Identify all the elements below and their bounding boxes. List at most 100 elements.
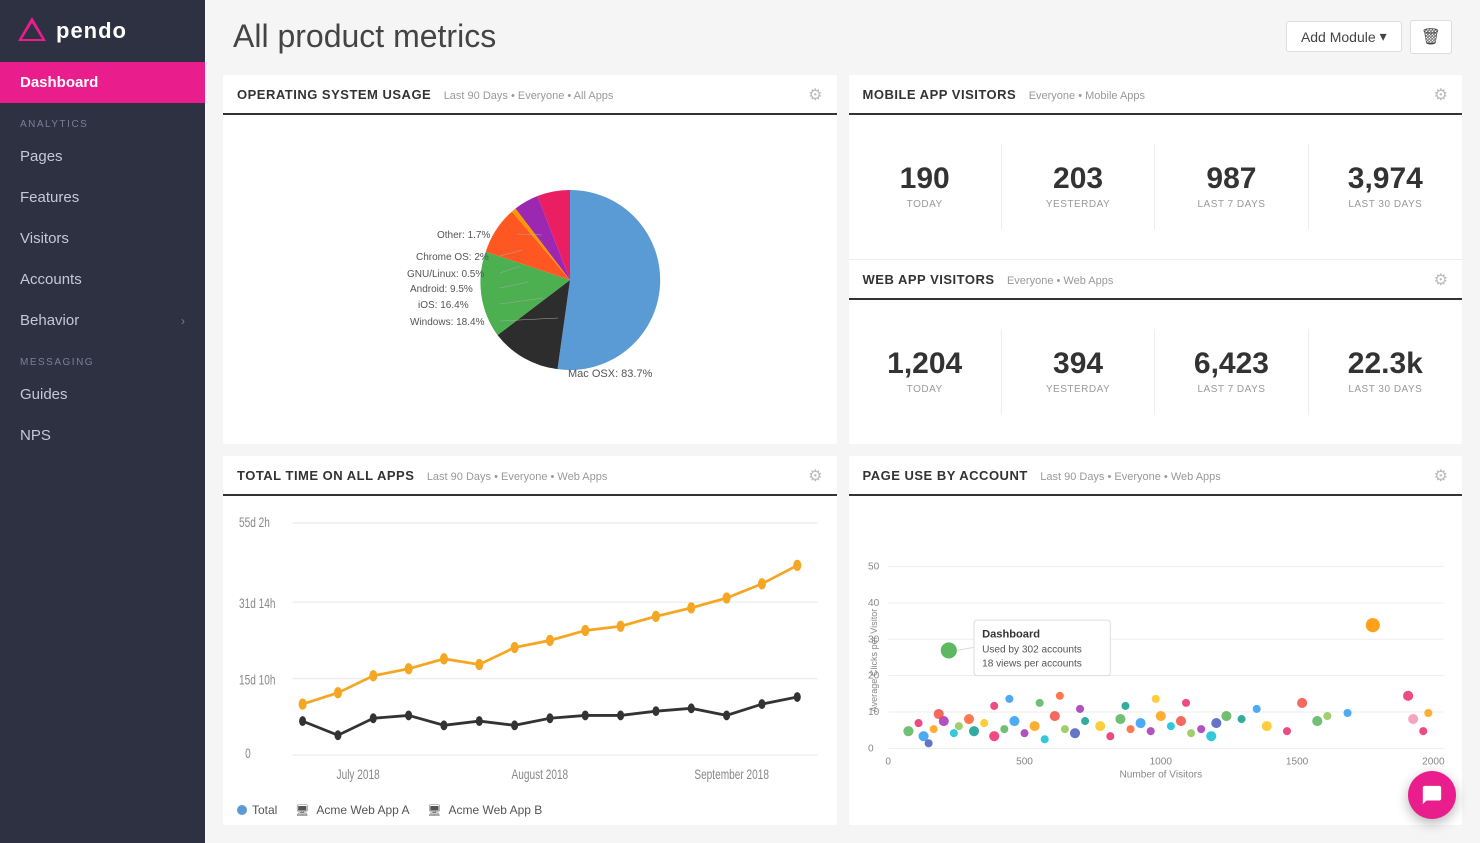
tooltip-title: Dashboard <box>982 628 1040 640</box>
label-windows: Windows: 18.4% <box>410 317 485 328</box>
widget-body-time: 55d 2h 31d 14h 15d 10h 0 July 2018 Augus… <box>223 496 837 797</box>
stat-label-mobile-30days: LAST 30 DAYS <box>1348 199 1422 210</box>
widget-total-time: TOTAL TIME ON ALL APPS Last 90 Days • Ev… <box>223 456 837 825</box>
chevron-down-icon: ▾ <box>1380 28 1387 45</box>
legend-appA: 🖥 Acme Web App A <box>295 803 409 817</box>
svg-text:15d 10h: 15d 10h <box>239 672 276 688</box>
stat-value-web-today: 1,204 <box>887 349 962 379</box>
svg-text:August 2018: August 2018 <box>512 766 569 782</box>
svg-text:500: 500 <box>1016 756 1033 767</box>
gear-icon-web[interactable]: ⚙ <box>1434 270 1448 290</box>
svg-text:September 2018: September 2018 <box>694 766 769 782</box>
stat-mobile-7days: 987 LAST 7 DAYS <box>1155 144 1308 230</box>
gear-icon-pageuse[interactable]: ⚙ <box>1434 466 1448 486</box>
stat-web-yesterday: 394 YESTERDAY <box>1002 329 1155 415</box>
web-stats-grid: 1,204 TODAY 394 YESTERDAY 6,423 LAST 7 D… <box>849 300 1463 444</box>
page-title: All product metrics <box>233 18 496 55</box>
chevron-right-icon: › <box>181 314 185 328</box>
main-header: All product metrics Add Module ▾ 🗑 <box>205 0 1480 69</box>
legend-total: Total <box>237 803 277 817</box>
monitor-icon-appA: 🖥 <box>295 804 309 817</box>
stat-value-mobile-yesterday: 203 <box>1053 164 1103 194</box>
label-ios: iOS: 16.4% <box>418 300 469 311</box>
widget-body-pageuse: 50 40 30 20 10 0 Average Clicks per Visi… <box>849 496 1463 825</box>
header-actions: Add Module ▾ 🗑 <box>1286 20 1452 54</box>
widget-header-time: TOTAL TIME ON ALL APPS Last 90 Days • Ev… <box>223 456 837 496</box>
delete-dashboard-button[interactable]: 🗑 <box>1410 20 1452 54</box>
widget-subtitle-time: Last 90 Days • Everyone • Web Apps <box>427 471 608 483</box>
widget-header-mobile: MOBILE APP VISITORS Everyone • Mobile Ap… <box>849 75 1463 115</box>
svg-text:0: 0 <box>245 745 251 761</box>
legend-appB: 🖥 Acme Web App B <box>428 803 543 817</box>
trash-icon: 🗑 <box>1421 29 1441 46</box>
gear-icon-time[interactable]: ⚙ <box>808 466 822 486</box>
stat-label-web-yesterday: YESTERDAY <box>1046 384 1110 395</box>
sidebar: pendo Dashboard ANALYTICS Pages Features… <box>0 0 205 843</box>
dashboard-grid: OPERATING SYSTEM USAGE Last 90 Days • Ev… <box>205 69 1480 843</box>
stat-label-mobile-today: TODAY <box>907 199 943 210</box>
gear-icon-mobile[interactable]: ⚙ <box>1434 85 1448 105</box>
sidebar-nav-item-pages[interactable]: Pages <box>0 136 205 177</box>
fab-button[interactable] <box>1408 771 1456 819</box>
widget-page-use: PAGE USE BY ACCOUNT Last 90 Days • Every… <box>849 456 1463 825</box>
sidebar-nav-item-behavior[interactable]: Behavior › <box>0 300 205 341</box>
svg-text:Average Clicks per Visitor: Average Clicks per Visitor <box>869 609 879 713</box>
sidebar-nav-item-features[interactable]: Features <box>0 177 205 218</box>
mobile-visitors-section: MOBILE APP VISITORS Everyone • Mobile Ap… <box>849 75 1463 259</box>
stat-label-web-today: TODAY <box>907 384 943 395</box>
sidebar-nav-item-guides[interactable]: Guides <box>0 374 205 415</box>
tooltip-line1: Used by 302 accounts <box>982 644 1082 655</box>
label-gnulinux: GNU/Linux: 0.5% <box>407 269 484 280</box>
svg-text:0: 0 <box>885 756 891 767</box>
sidebar-nav-item-visitors[interactable]: Visitors <box>0 218 205 259</box>
svg-text:40: 40 <box>868 598 880 609</box>
svg-text:31d 14h: 31d 14h <box>239 595 276 611</box>
label-chromeos: Chrome OS: 2% <box>416 252 489 263</box>
sidebar-nav-item-nps[interactable]: NPS <box>0 415 205 456</box>
svg-text:July 2018: July 2018 <box>337 766 380 782</box>
stat-label-mobile-7days: LAST 7 DAYS <box>1197 199 1265 210</box>
widget-body-os: Mac OSX: 83.7% Windows: 18.4% iOS: 16.4%… <box>223 115 837 444</box>
stat-mobile-today: 190 TODAY <box>849 144 1002 230</box>
widget-subtitle-web: Everyone • Web Apps <box>1007 275 1113 287</box>
sidebar-nav-item-accounts[interactable]: Accounts <box>0 259 205 300</box>
scatter-chart-svg: 50 40 30 20 10 0 Average Clicks per Visi… <box>863 504 1449 817</box>
widget-subtitle-pageuse: Last 90 Days • Everyone • Web Apps <box>1040 471 1221 483</box>
widget-title-mobile: MOBILE APP VISITORS <box>863 87 1017 102</box>
gear-icon-os[interactable]: ⚙ <box>808 85 822 105</box>
label-android: Android: 9.5% <box>410 284 473 295</box>
svg-text:2000: 2000 <box>1422 756 1445 767</box>
stat-value-web-yesterday: 394 <box>1053 349 1103 379</box>
pendo-logo-icon <box>16 15 48 47</box>
widget-header-os: OPERATING SYSTEM USAGE Last 90 Days • Ev… <box>223 75 837 115</box>
widget-header-pageuse: PAGE USE BY ACCOUNT Last 90 Days • Every… <box>849 456 1463 496</box>
stat-label-mobile-yesterday: YESTERDAY <box>1046 199 1110 210</box>
stat-web-today: 1,204 TODAY <box>849 329 1002 415</box>
add-module-button[interactable]: Add Module ▾ <box>1286 21 1402 52</box>
line-chart-svg: 55d 2h 31d 14h 15d 10h 0 July 2018 Augus… <box>237 506 823 789</box>
widget-title-web: WEB APP VISITORS <box>863 272 995 287</box>
pie-chart-svg: Mac OSX: 83.7% Windows: 18.4% iOS: 16.4%… <box>370 170 690 390</box>
stat-value-mobile-today: 190 <box>900 164 950 194</box>
analytics-section-label: ANALYTICS <box>0 103 205 136</box>
stat-web-30days: 22.3k LAST 30 DAYS <box>1309 329 1462 415</box>
stat-mobile-30days: 3,974 LAST 30 DAYS <box>1309 144 1462 230</box>
svg-text:0: 0 <box>868 743 874 754</box>
web-visitors-section: WEB APP VISITORS Everyone • Web Apps ⚙ 1… <box>849 259 1463 444</box>
widget-title-os: OPERATING SYSTEM USAGE <box>237 87 431 102</box>
messaging-section-label: MESSAGING <box>0 341 205 374</box>
widget-subtitle-os: Last 90 Days • Everyone • All Apps <box>444 90 614 102</box>
monitor-icon-appB: 🖥 <box>428 804 442 817</box>
main-content: All product metrics Add Module ▾ 🗑 OPERA… <box>205 0 1480 843</box>
widget-title-time: TOTAL TIME ON ALL APPS <box>237 468 414 483</box>
svg-text:1000: 1000 <box>1149 756 1172 767</box>
svg-text:55d 2h: 55d 2h <box>239 515 270 531</box>
fab-icon <box>1421 784 1443 806</box>
widget-header-web: WEB APP VISITORS Everyone • Web Apps ⚙ <box>849 260 1463 300</box>
logo-text: pendo <box>56 18 127 44</box>
widget-subtitle-mobile: Everyone • Mobile Apps <box>1029 90 1145 102</box>
stat-label-web-30days: LAST 30 DAYS <box>1348 384 1422 395</box>
sidebar-logo: pendo <box>0 0 205 62</box>
widget-operating-system: OPERATING SYSTEM USAGE Last 90 Days • Ev… <box>223 75 837 444</box>
sidebar-nav-item-dashboard[interactable]: Dashboard <box>0 62 205 103</box>
